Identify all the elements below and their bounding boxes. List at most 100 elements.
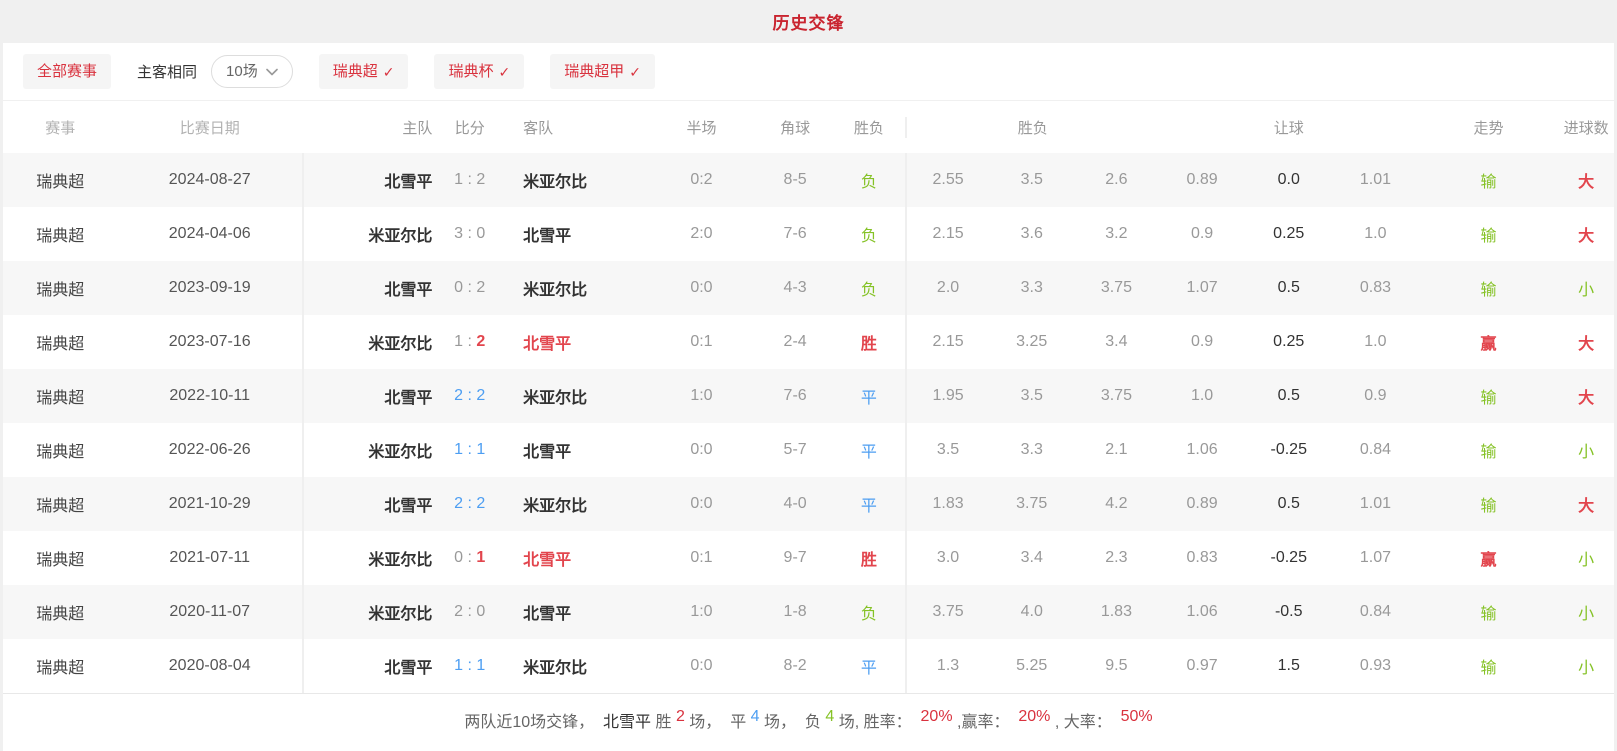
handicap-away-odds-cell: 1.0 — [1332, 333, 1419, 351]
result-cell: 平 — [833, 438, 905, 462]
odds-win-cell: 3.0 — [905, 531, 990, 585]
trend-cell: 输 — [1419, 492, 1558, 516]
home-team-cell: 米亚尔比 — [302, 531, 439, 585]
trend-cell: 输 — [1419, 384, 1558, 408]
goals-over-under-cell: 小 — [1558, 438, 1614, 462]
half-time-cell: 0:0 — [646, 657, 758, 675]
trend-cell: 输 — [1419, 654, 1558, 678]
odds-draw-cell: 4.0 — [989, 603, 1074, 621]
summary-bar: 两队近10场交锋， 北雪平 胜 2 场， 平 4 场， 负 4 场, 胜率： 2… — [3, 693, 1614, 751]
check-icon: ✓ — [629, 65, 641, 79]
summary-segment: 20% — [1018, 708, 1050, 726]
goals-over-under-cell: 大 — [1558, 330, 1614, 354]
half-time-cell: 1:0 — [646, 603, 758, 621]
home-goals: 1 — [454, 333, 463, 350]
summary-segment: 场， — [760, 708, 805, 732]
handicap-line-cell: -0.5 — [1245, 603, 1332, 621]
header-trend: 走势 — [1419, 117, 1558, 138]
home-team-cell: 米亚尔比 — [302, 423, 439, 477]
date-cell: 2023-09-19 — [118, 279, 302, 297]
odds-draw-cell: 3.5 — [989, 171, 1074, 189]
score-cell: 1 : 2 — [438, 171, 501, 189]
odds-win-cell: 1.95 — [905, 369, 990, 423]
trend-cell: 输 — [1419, 168, 1558, 192]
table-row: 瑞典超 2022-06-26 米亚尔比 1 : 1 北雪平 0:0 5-7 平 … — [3, 423, 1614, 477]
score-cell: 1 : 1 — [438, 441, 501, 459]
corners-cell: 4-0 — [757, 495, 833, 513]
score-cell: 1 : 2 — [438, 333, 501, 351]
score-colon: : — [463, 171, 476, 188]
away-team-cell: 北雪平 — [501, 222, 646, 246]
league-cell: 瑞典超 — [3, 654, 118, 678]
summary-segment: , 大率： — [1050, 708, 1120, 732]
odds-draw-cell: 3.5 — [989, 387, 1074, 405]
odds-win-cell: 3.5 — [905, 423, 990, 477]
title-bar: 历史交锋 — [0, 0, 1617, 43]
away-goals: 2 — [476, 495, 485, 512]
away-team-cell: 北雪平 — [501, 438, 646, 462]
home-team-cell: 北雪平 — [302, 477, 439, 531]
trend-cell: 输 — [1419, 600, 1558, 624]
match-count-dropdown[interactable]: 10场 — [211, 55, 293, 88]
half-time-cell: 0:0 — [646, 441, 758, 459]
summary-segment: ,赢率： — [953, 708, 1019, 732]
table-header-row: 赛事 比赛日期 主队 比分 客队 半场 角球 胜负 胜负 让球 走势 进球数 — [3, 101, 1614, 153]
away-goals: 1 — [476, 657, 485, 674]
league-filter-allsvenskan[interactable]: 瑞典超 ✓ — [319, 54, 409, 89]
away-team-cell: 北雪平 — [501, 546, 646, 570]
league-filter-superettan[interactable]: 瑞典超甲 ✓ — [550, 54, 655, 89]
away-team-cell: 米亚尔比 — [501, 654, 646, 678]
league-filter-svenska-cupen[interactable]: 瑞典杯 ✓ — [434, 54, 524, 89]
date-cell: 2021-10-29 — [118, 495, 302, 513]
away-goals: 2 — [476, 333, 485, 350]
league-filter-label: 瑞典超甲 — [564, 64, 624, 79]
half-time-cell: 0:1 — [646, 549, 758, 567]
result-cell: 负 — [833, 600, 905, 624]
half-time-cell: 0:1 — [646, 333, 758, 351]
odds-draw-cell: 3.6 — [989, 225, 1074, 243]
home-team-cell: 北雪平 — [302, 261, 439, 315]
league-filter-label: 瑞典超 — [333, 64, 378, 79]
away-goals: 0 — [476, 225, 485, 242]
corners-cell: 2-4 — [757, 333, 833, 351]
header-home-team: 主队 — [302, 101, 439, 153]
odds-loss-cell: 3.75 — [1074, 279, 1159, 297]
handicap-away-odds-cell: 1.07 — [1332, 549, 1419, 567]
league-cell: 瑞典超 — [3, 276, 118, 300]
handicap-line-cell: -0.25 — [1245, 441, 1332, 459]
corners-cell: 5-7 — [757, 441, 833, 459]
league-cell: 瑞典超 — [3, 546, 118, 570]
header-score: 比分 — [438, 117, 501, 138]
handicap-line-cell: -0.25 — [1245, 549, 1332, 567]
handicap-away-odds-cell: 0.84 — [1332, 603, 1419, 621]
summary-segment: 4 — [825, 708, 834, 726]
handicap-line-cell: 0.5 — [1245, 495, 1332, 513]
handicap-away-odds-cell: 0.84 — [1332, 441, 1419, 459]
odds-win-cell: 2.15 — [905, 315, 990, 369]
same-home-away-group: 主客相同 10场 — [137, 55, 293, 88]
chevron-down-icon — [266, 64, 278, 79]
away-goals: 2 — [476, 387, 485, 404]
table-row: 瑞典超 2021-10-29 北雪平 2 : 2 米亚尔比 0:0 4-0 平 … — [3, 477, 1614, 531]
away-team-cell: 米亚尔比 — [501, 276, 646, 300]
corners-cell: 4-3 — [757, 279, 833, 297]
header-handicap-group: 让球 — [1159, 117, 1419, 138]
goals-over-under-cell: 小 — [1558, 600, 1614, 624]
result-cell: 平 — [833, 492, 905, 516]
date-cell: 2022-06-26 — [118, 441, 302, 459]
handicap-line-cell: 0.25 — [1245, 225, 1332, 243]
all-events-button[interactable]: 全部赛事 — [23, 54, 111, 89]
date-cell: 2020-11-07 — [118, 603, 302, 621]
handicap-away-odds-cell: 1.01 — [1332, 171, 1419, 189]
half-time-cell: 0:0 — [646, 279, 758, 297]
score-cell: 2 : 0 — [438, 603, 501, 621]
result-cell: 负 — [833, 222, 905, 246]
summary-segment: 场, — [834, 708, 863, 732]
history-panel: 全部赛事 主客相同 10场 瑞典超 ✓ 瑞典杯 ✓ 瑞典超甲 ✓ 赛事 比赛日期… — [3, 43, 1614, 751]
corners-cell: 7-6 — [757, 387, 833, 405]
home-goals: 2 — [454, 387, 463, 404]
home-goals: 3 — [454, 225, 463, 242]
home-goals: 1 — [454, 171, 463, 188]
handicap-home-odds-cell: 1.0 — [1159, 387, 1246, 405]
handicap-away-odds-cell: 1.01 — [1332, 495, 1419, 513]
